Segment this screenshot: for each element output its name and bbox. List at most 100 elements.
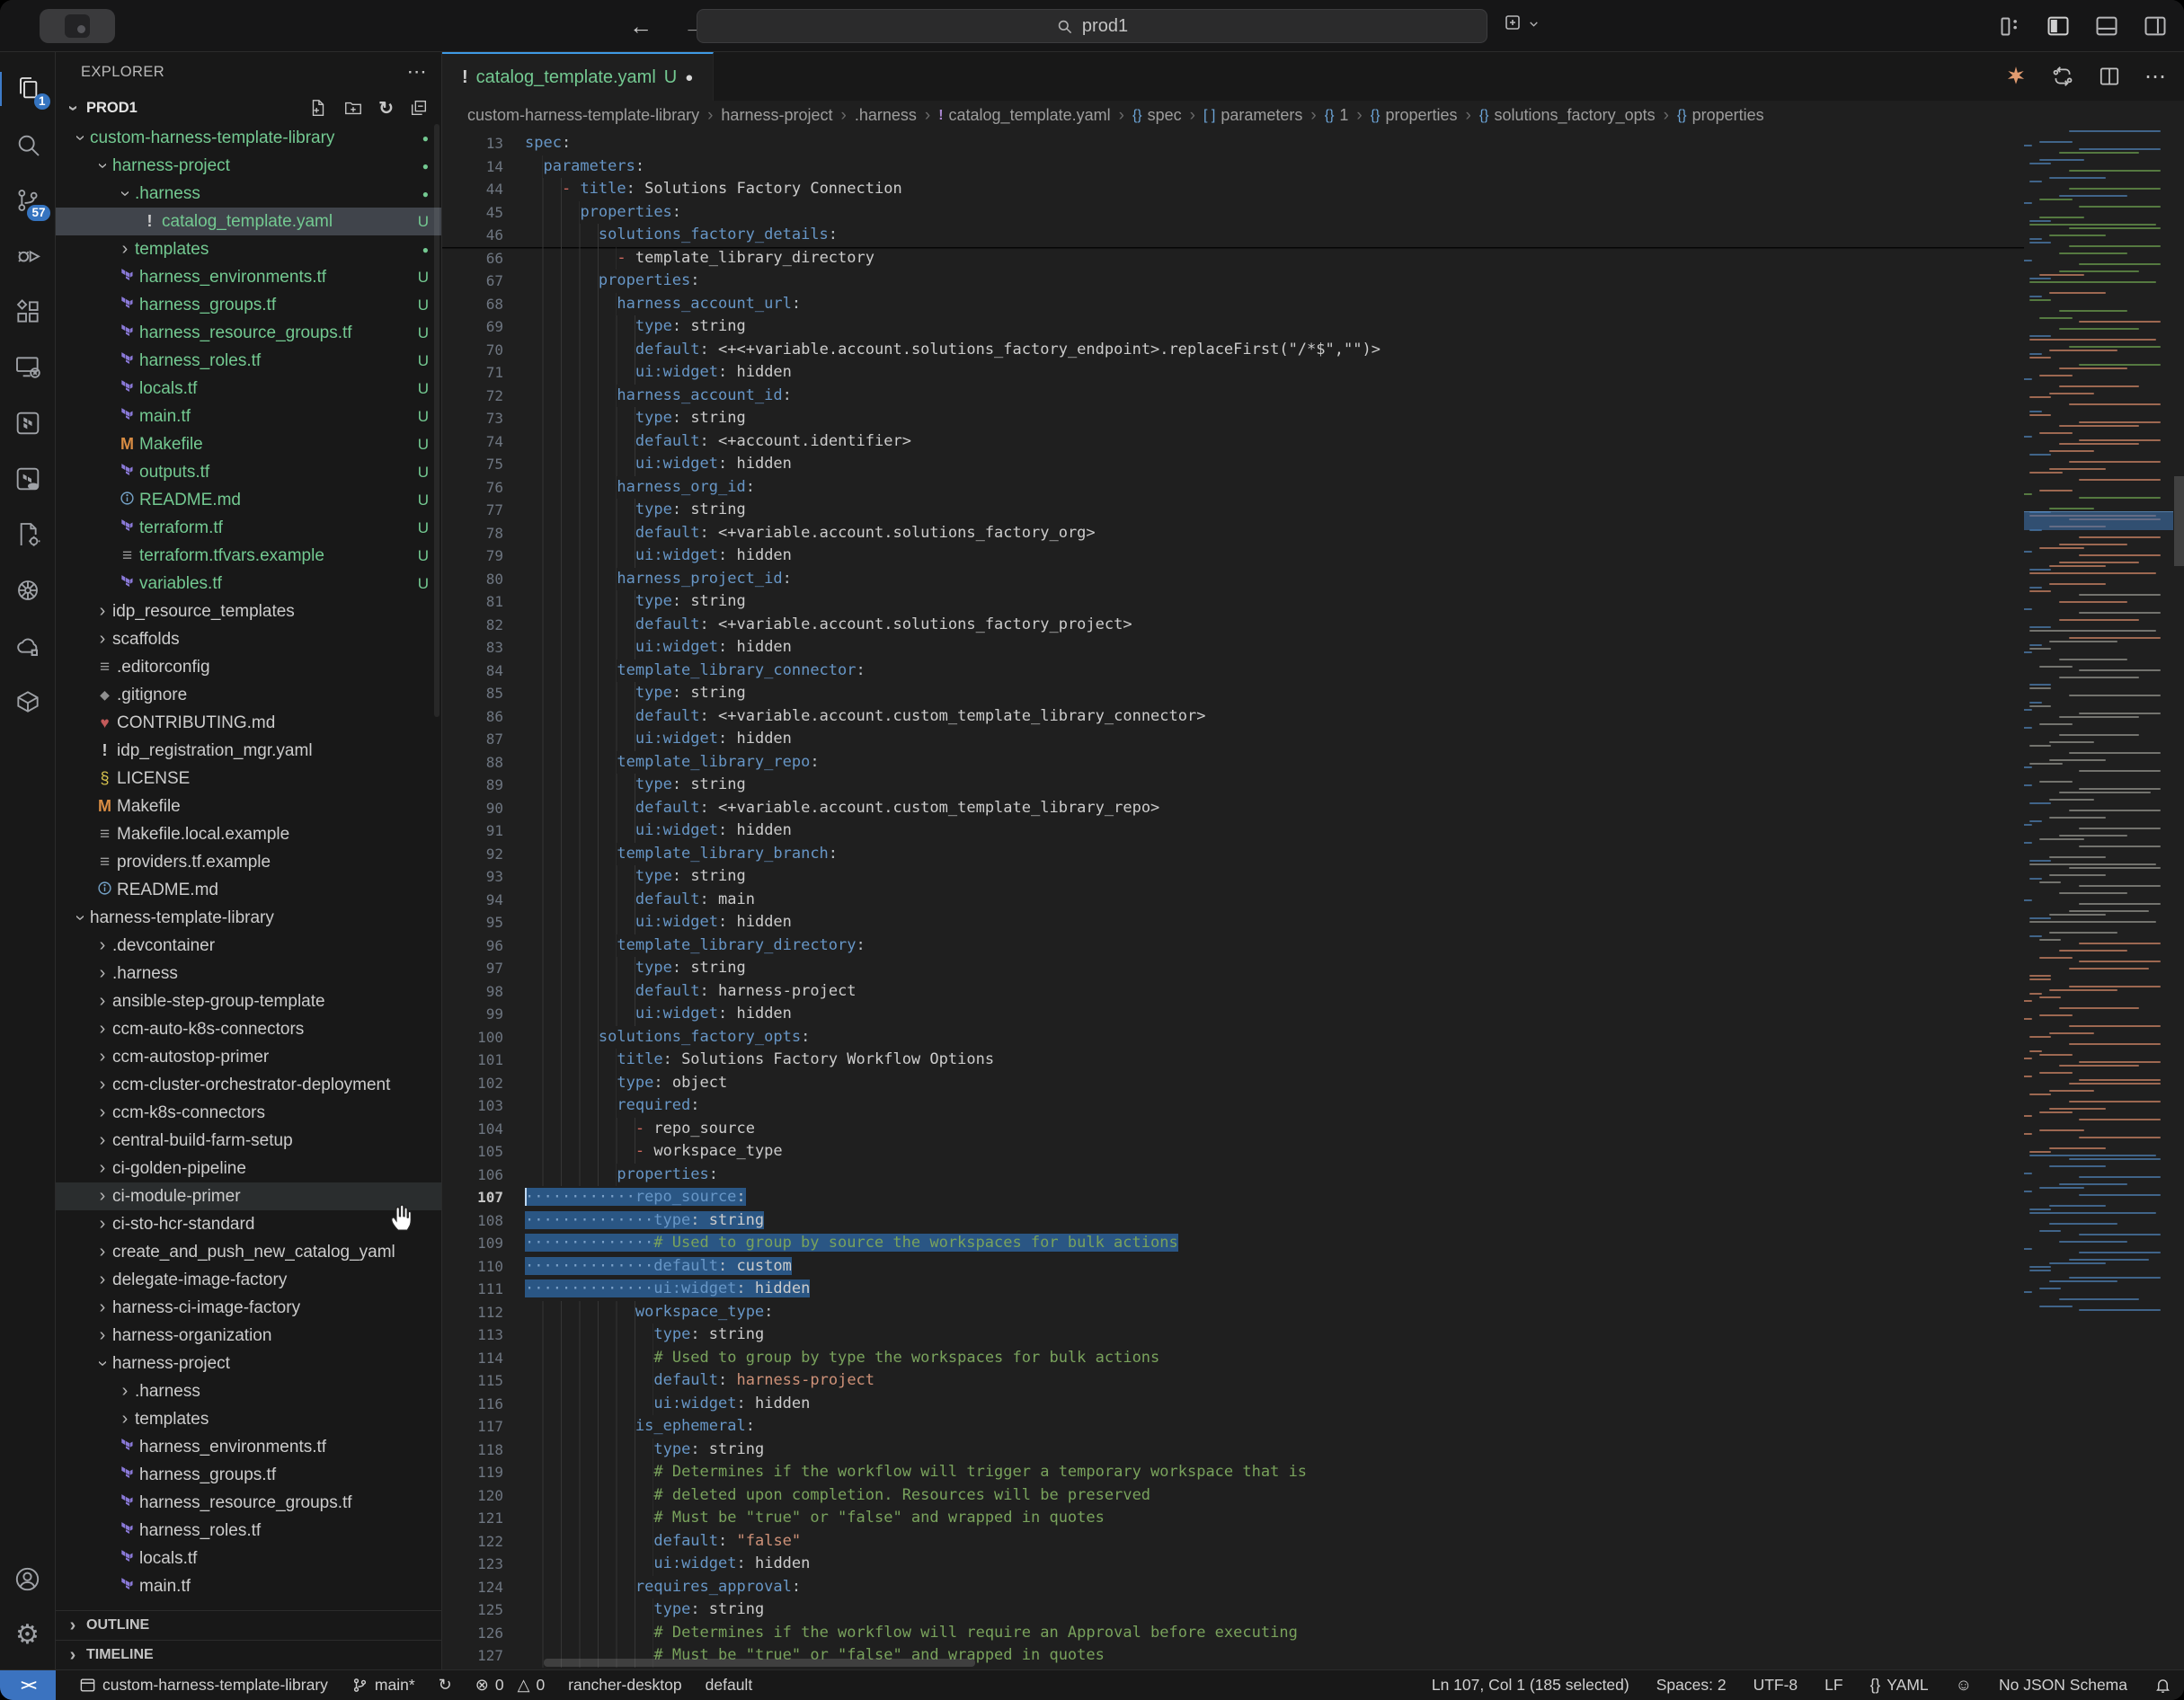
settings-button[interactable]: ⚙ xyxy=(0,1607,56,1662)
tree-item[interactable]: ›.devcontainer xyxy=(56,932,441,960)
tree-item[interactable]: ›harness-template-library xyxy=(56,904,441,932)
breadcrumb-item[interactable]: .harness xyxy=(855,106,917,125)
status-repo[interactable]: custom-harness-template-library xyxy=(79,1676,328,1695)
tree-item[interactable]: MMakefile xyxy=(56,792,441,820)
tree-item[interactable]: ›ccm-cluster-orchestrator-deployment xyxy=(56,1071,441,1099)
tree-item[interactable]: ›ccm-k8s-connectors xyxy=(56,1099,441,1127)
code-line[interactable]: 68harness_account_url: xyxy=(442,293,2024,316)
tree-item[interactable]: ›harness-project xyxy=(56,1350,441,1377)
status-profile[interactable]: default xyxy=(706,1676,753,1695)
tree-item[interactable]: locals.tf xyxy=(56,1545,441,1572)
code-line[interactable]: 13spec: xyxy=(442,132,2024,155)
tree-item[interactable]: ›create_and_push_new_catalog_yaml xyxy=(56,1238,441,1266)
code-line[interactable]: 111··············ui:widget: hidden xyxy=(442,1278,2024,1301)
tree-item[interactable]: ›.harness xyxy=(56,1377,441,1405)
toggle-secondary-sidebar-icon[interactable] xyxy=(2143,13,2168,39)
tree-item[interactable]: !catalog_template.yamlU xyxy=(56,208,441,235)
code-line[interactable]: 93type: string xyxy=(442,865,2024,889)
tree-item[interactable]: ≡.editorconfig xyxy=(56,653,441,681)
code-line[interactable]: 96template_library_directory: xyxy=(442,934,2024,958)
code-line[interactable]: 116ui:widget: hidden xyxy=(442,1393,2024,1416)
code-line[interactable]: 118type: string xyxy=(442,1439,2024,1462)
tree-item[interactable]: !idp_registration_mgr.yaml xyxy=(56,737,441,765)
code-line[interactable]: 74default: <+account.identifier> xyxy=(442,430,2024,454)
code-line[interactable]: 107············repo_source: xyxy=(442,1186,2024,1209)
activitybar-run-debug[interactable] xyxy=(0,228,56,284)
code-line[interactable]: 101title: Solutions Factory Workflow Opt… xyxy=(442,1049,2024,1072)
tree-item[interactable]: ›harness-organization xyxy=(56,1322,441,1350)
tree-item[interactable]: main.tfU xyxy=(56,403,441,430)
breadcrumb-item[interactable]: !catalog_template.yaml xyxy=(938,106,1110,125)
code-line[interactable]: 84template_library_connector: xyxy=(442,660,2024,683)
command-center-search[interactable]: prod1 xyxy=(697,9,1487,43)
feedback-button[interactable]: ☺ xyxy=(1956,1676,1972,1695)
tree-item[interactable]: ›central-build-farm-setup xyxy=(56,1127,441,1155)
sidebar-scrollbar[interactable] xyxy=(434,124,439,717)
status-indentation[interactable]: Spaces: 2 xyxy=(1656,1676,1727,1695)
breadcrumb-item[interactable]: custom-harness-template-library xyxy=(467,106,699,125)
code-line[interactable]: 124requires_approval: xyxy=(442,1576,2024,1599)
code-line[interactable]: 125type: string xyxy=(442,1598,2024,1622)
tree-item[interactable]: §LICENSE xyxy=(56,765,441,792)
code-line[interactable]: 78default: <+variable.account.solutions_… xyxy=(442,522,2024,545)
tree-item[interactable]: MMakefileU xyxy=(56,430,441,458)
status-sync[interactable]: ↻ xyxy=(439,1676,452,1695)
status-eol[interactable]: LF xyxy=(1824,1676,1842,1695)
window-control-pill[interactable] xyxy=(40,9,115,43)
code-line[interactable]: 120# deleted upon completion. Resources … xyxy=(442,1484,2024,1508)
tree-item[interactable]: ›ccm-autostop-primer xyxy=(56,1043,441,1071)
collapse-all-icon[interactable] xyxy=(409,98,429,118)
code-line[interactable]: 83ui:widget: hidden xyxy=(442,636,2024,660)
code-line[interactable]: 109··············# Used to group by sour… xyxy=(442,1232,2024,1255)
status-cursor-position[interactable]: Ln 107, Col 1 (185 selected) xyxy=(1432,1676,1629,1695)
activitybar-remote-explorer[interactable] xyxy=(0,340,56,395)
dirty-dot-icon[interactable]: ● xyxy=(685,70,693,85)
code-line[interactable]: 94default: main xyxy=(442,889,2024,912)
code-line[interactable]: 121# Must be "true" or "false" and wrapp… xyxy=(442,1507,2024,1530)
code-line[interactable]: 103required: xyxy=(442,1094,2024,1118)
tree-item[interactable]: harness_environments.tfU xyxy=(56,263,441,291)
code-area[interactable]: 13spec:14parameters:44- title: Solutions… xyxy=(442,130,2184,1669)
horizontal-scrollbar[interactable] xyxy=(544,1659,975,1667)
tree-item[interactable]: ›.harness xyxy=(56,960,441,987)
tree-item[interactable]: ›harness-project● xyxy=(56,152,441,180)
activitybar-infra-file[interactable] xyxy=(0,507,56,562)
code-line[interactable]: 113type: string xyxy=(442,1324,2024,1347)
code-lines[interactable]: 13spec:14parameters:44- title: Solutions… xyxy=(442,132,2024,1668)
tree-item[interactable]: ›ci-module-primer xyxy=(56,1182,441,1210)
account-button[interactable] xyxy=(0,1551,56,1607)
tree-item[interactable]: main.tf xyxy=(56,1572,441,1600)
breadcrumb-item[interactable]: {}solutions_factory_opts xyxy=(1479,106,1656,125)
code-line[interactable]: 115default: harness-project xyxy=(442,1369,2024,1393)
code-line[interactable]: 98default: harness-project xyxy=(442,980,2024,1004)
code-line[interactable]: 66- template_library_directory xyxy=(442,247,2024,270)
tree-item[interactable]: ›templates xyxy=(56,1405,441,1433)
tab-catalog-template-yaml[interactable]: ! catalog_template.yaml U ● xyxy=(442,52,714,101)
tree-item[interactable]: ›scaffolds xyxy=(56,625,441,653)
code-line[interactable]: 67properties: xyxy=(442,270,2024,293)
tree-item[interactable]: variables.tfU xyxy=(56,570,441,598)
breadcrumb-item[interactable]: {}spec xyxy=(1132,106,1182,125)
breadcrumb-item[interactable]: {}1 xyxy=(1325,106,1349,125)
refresh-icon[interactable]: ↻ xyxy=(378,97,394,120)
sparkle-icon[interactable] xyxy=(2004,65,2028,88)
tree-item[interactable]: ›ccm-auto-k8s-connectors xyxy=(56,1015,441,1043)
new-folder-icon[interactable] xyxy=(343,98,363,118)
code-line[interactable]: 106properties: xyxy=(442,1164,2024,1187)
code-line[interactable]: 82default: <+variable.account.solutions_… xyxy=(442,614,2024,637)
tree-item[interactable]: ›.harness● xyxy=(56,180,441,208)
code-line[interactable]: 126# Determines if the workflow will req… xyxy=(442,1622,2024,1645)
tree-item[interactable]: locals.tfU xyxy=(56,375,441,403)
sync-changes-icon[interactable] xyxy=(2051,65,2074,88)
new-file-icon[interactable] xyxy=(308,98,328,118)
tree-item[interactable]: README.mdU xyxy=(56,486,441,514)
new-window-button[interactable] xyxy=(1503,13,1540,34)
code-line[interactable]: 90default: <+variable.account.custom_tem… xyxy=(442,797,2024,820)
code-line[interactable]: 73type: string xyxy=(442,407,2024,430)
code-line[interactable]: 81type: string xyxy=(442,590,2024,614)
tree-item[interactable]: ›ansible-step-group-template xyxy=(56,987,441,1015)
status-branch[interactable]: main* xyxy=(351,1676,415,1695)
code-line[interactable]: 79ui:widget: hidden xyxy=(442,545,2024,568)
code-line[interactable]: 72harness_account_id: xyxy=(442,385,2024,408)
notifications-button[interactable] xyxy=(2154,1677,2171,1694)
